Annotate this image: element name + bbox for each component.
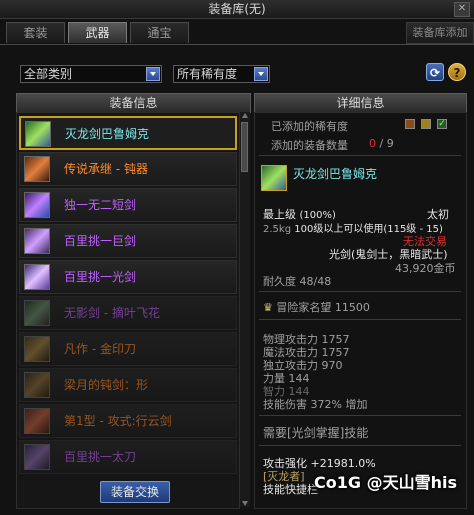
item-name: 百里挑一光剑 xyxy=(64,270,137,284)
window-title-bar[interactable]: 装备库(无) ✕ xyxy=(0,0,474,19)
dagger-icon xyxy=(24,192,50,218)
sword-icon xyxy=(261,165,287,191)
item-name: 无影剑 - 摘叶飞花 xyxy=(64,306,160,320)
category-value: 全部类别 xyxy=(24,67,73,81)
scroll-up-icon[interactable] xyxy=(242,113,248,118)
category-dropdown[interactable]: 全部类别 xyxy=(20,65,162,83)
divider xyxy=(259,291,461,292)
rarity-gold-icon xyxy=(421,119,431,129)
tab-equipment-add[interactable]: 装备库添加 xyxy=(406,22,474,44)
detail-item-name: 灭龙剑巴鲁姆克 xyxy=(293,167,378,181)
item-name: 百里挑一巨剑 xyxy=(64,234,137,248)
rarity-orange-icon xyxy=(405,119,415,129)
watermark: Co1G @天山雪his xyxy=(314,473,457,492)
tab-weapon[interactable]: 武器 xyxy=(68,22,127,43)
added-rarity-label: 已添加的稀有度 xyxy=(271,120,348,133)
scroll-thumb[interactable] xyxy=(241,122,248,172)
blunt-sword-icon xyxy=(24,372,50,398)
detail-info-header: 详细信息 xyxy=(254,93,467,113)
chevron-down-icon[interactable] xyxy=(146,67,160,81)
list-item[interactable]: 梁月的钝剑：形 xyxy=(19,368,237,402)
lightsaber-icon xyxy=(24,264,50,290)
tab-tongbao[interactable]: 通宝 xyxy=(130,22,189,43)
item-name: 灭龙剑巴鲁姆克 xyxy=(65,127,150,141)
detail-panel: 已添加的稀有度 ✓ 添加的装备数量 0 / 9 灭龙剑巴鲁姆克 最上级 (100… xyxy=(254,112,467,509)
refresh-button[interactable]: ⟳ xyxy=(426,63,444,81)
stat-line: 技能伤害 372% 增加 xyxy=(263,398,368,411)
rarity-dropdown[interactable]: 所有稀有度 xyxy=(173,65,270,83)
item-name: 凡作 - 金印刀 xyxy=(64,342,136,356)
list-item[interactable]: 灭龙剑巴鲁姆克 xyxy=(19,116,237,150)
divider xyxy=(259,415,461,416)
exchange-button[interactable]: 装备交换 xyxy=(100,481,170,503)
rarity-value: 所有稀有度 xyxy=(177,67,238,81)
list-item[interactable]: 凡作 - 金印刀 xyxy=(19,332,237,366)
tab-divider xyxy=(0,44,474,45)
fame-line: ♛ 冒险家名望 11500 xyxy=(263,301,370,314)
rarity-check-icon[interactable]: ✓ xyxy=(437,119,447,129)
greatsword-icon xyxy=(24,228,50,254)
fame-icon: ♛ xyxy=(263,301,273,314)
list-item[interactable]: 百里挑一太刀 xyxy=(19,440,237,474)
question-icon: ? xyxy=(453,66,461,80)
item-name: 百里挑一太刀 xyxy=(64,450,137,464)
list-item[interactable]: 百里挑一巨剑 xyxy=(19,224,237,258)
blade-icon xyxy=(24,336,50,362)
added-count-label: 添加的装备数量 xyxy=(271,139,348,152)
hammer-icon xyxy=(24,156,50,182)
item-name: 独一无二短剑 xyxy=(64,198,137,212)
list-item[interactable]: 百里挑一光剑 xyxy=(19,260,237,294)
list-item[interactable]: 第1型 - 攻式:行云剑 xyxy=(19,404,237,438)
price: 43,920金币 xyxy=(395,262,456,275)
divider xyxy=(259,445,461,446)
required-skill: 需要[光剑掌握]技能 xyxy=(263,426,369,440)
sword-icon xyxy=(24,300,50,326)
equipment-info-header: 装备信息 xyxy=(16,93,251,113)
item-name: 传说承继 - 钝器 xyxy=(64,162,148,176)
list-scrollbar[interactable] xyxy=(239,112,250,507)
refresh-icon: ⟳ xyxy=(429,66,441,80)
help-button[interactable]: ? xyxy=(448,63,466,81)
chevron-down-icon[interactable] xyxy=(254,67,268,81)
durability: 耐久度 48/48 xyxy=(263,275,332,288)
list-item[interactable]: 传说承继 - 钝器 xyxy=(19,152,237,186)
katana-icon xyxy=(24,444,50,470)
item-name: 第1型 - 攻式:行云剑 xyxy=(64,414,172,428)
added-count: 0 / 9 xyxy=(369,137,394,150)
item-name: 梁月的钝剑：形 xyxy=(64,378,149,392)
sword-icon xyxy=(25,121,51,147)
scroll-down-icon[interactable] xyxy=(242,501,248,506)
divider xyxy=(259,155,461,156)
close-icon[interactable]: ✕ xyxy=(454,2,470,17)
list-item[interactable]: 独一无二短剑 xyxy=(19,188,237,222)
sword-icon xyxy=(24,408,50,434)
equipment-list: 灭龙剑巴鲁姆克 传说承继 - 钝器 独一无二短剑 百里挑一巨剑 百里挑一光剑 无… xyxy=(16,112,240,509)
skill-hotkey: 技能快捷栏 xyxy=(263,483,318,496)
divider xyxy=(259,319,461,320)
window-title: 装备库(无) xyxy=(208,2,266,16)
tab-set[interactable]: 套装 xyxy=(6,22,65,43)
list-item[interactable]: 无影剑 - 摘叶飞花 xyxy=(19,296,237,330)
